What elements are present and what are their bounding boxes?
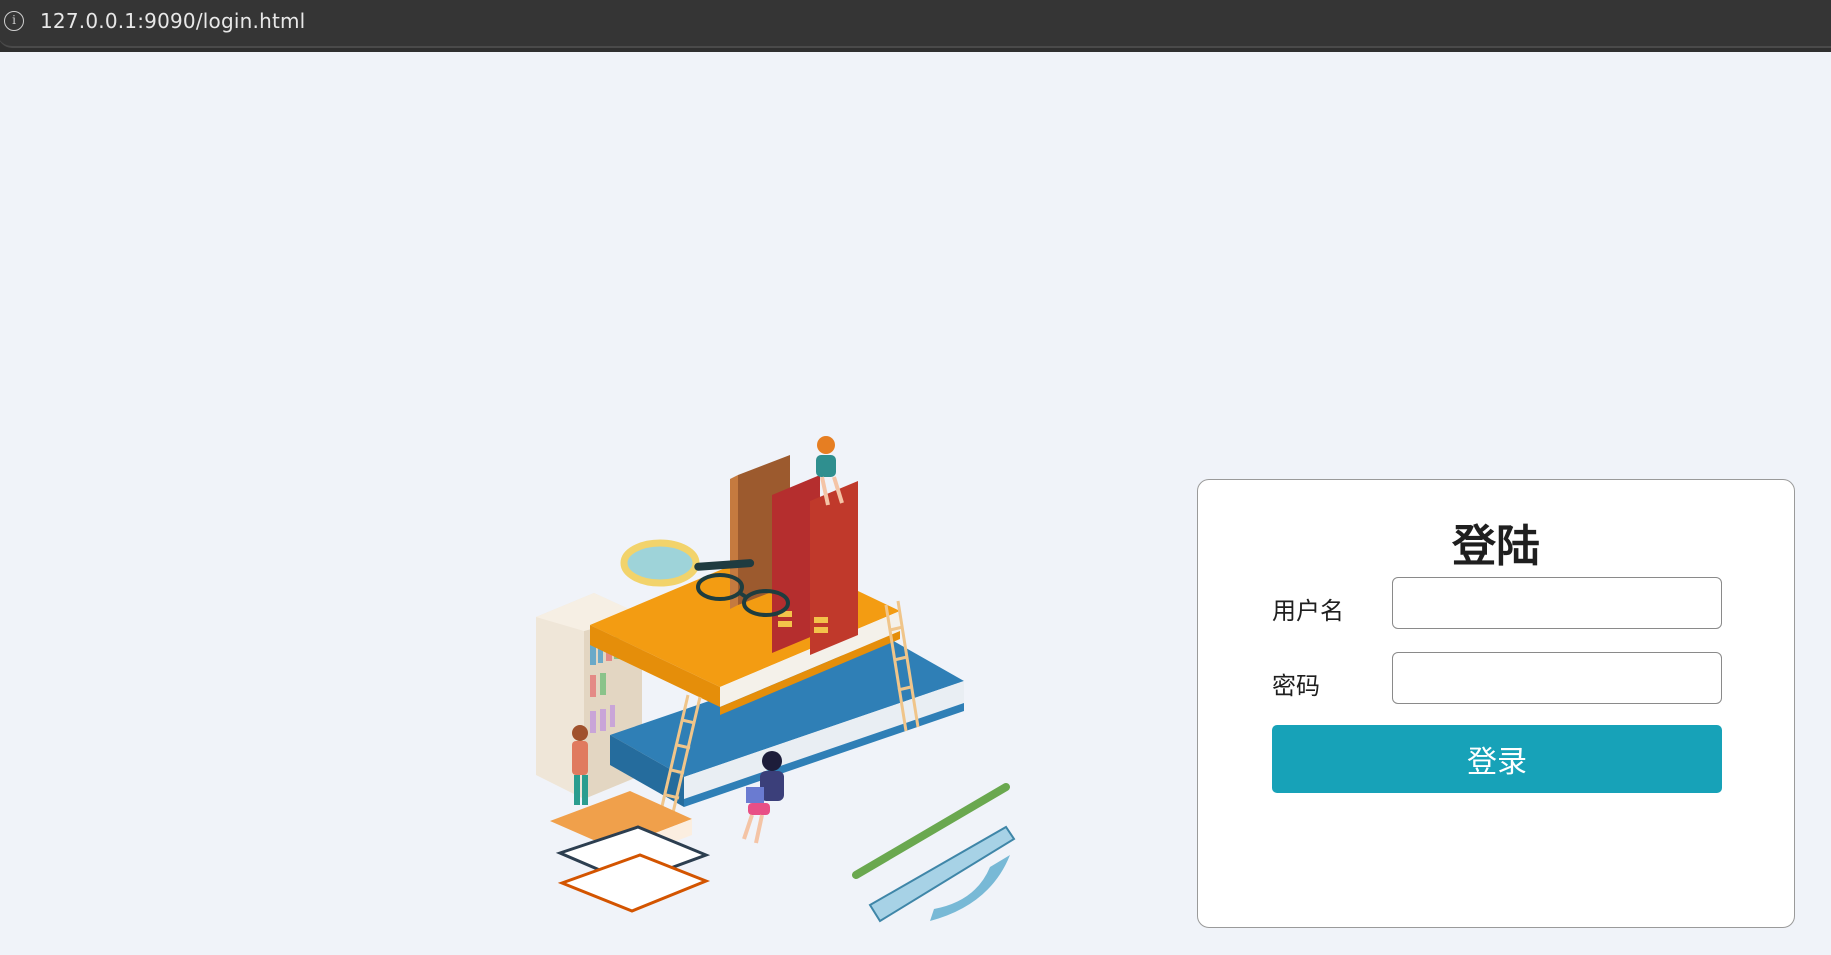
username-label: 用户名 [1272,597,1344,625]
book-stack-icon [550,791,711,913]
login-title: 登陆 [1452,521,1540,572]
person-icon [572,725,588,805]
info-icon[interactable]: i [4,11,24,31]
pencil-icon [852,783,1010,879]
login-button[interactable]: 登录 [1272,725,1722,793]
library-illustration [536,436,1016,923]
url-text[interactable]: 127.0.0.1:9090/login.html [40,9,305,33]
page-content: 登陆 用户名 密码 登录 [0,52,1831,947]
address-bar[interactable]: i 127.0.0.1:9090/login.html [0,0,1831,48]
browser-chrome: i 127.0.0.1:9090/login.html [0,0,1831,52]
password-label: 密码 [1272,672,1320,700]
username-input[interactable] [1392,577,1722,629]
password-input[interactable] [1392,652,1722,704]
protractor-icon [868,825,1016,923]
login-card: 登陆 用户名 密码 登录 [1197,479,1795,928]
